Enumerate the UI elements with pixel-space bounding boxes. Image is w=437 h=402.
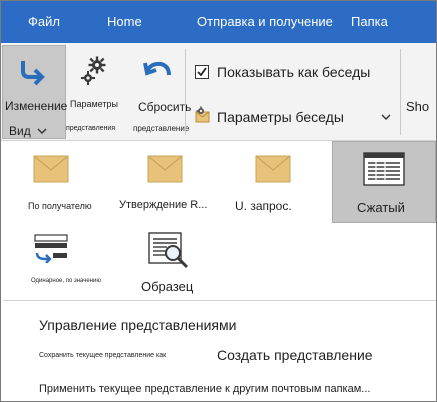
change-view-dropdown: По получателю Утверждение R... U. запрос… <box>1 141 436 401</box>
reset-view-sublabel: представление <box>133 124 190 133</box>
view-item-by-recipient[interactable]: По получателю <box>3 141 111 223</box>
tab-file[interactable]: Файл <box>28 14 60 29</box>
reset-view-label: Сбросить <box>138 100 192 114</box>
manage-views-command[interactable]: Управление представлениями <box>39 317 236 333</box>
conversation-settings-label[interactable]: Параметры беседы <box>217 109 344 125</box>
view-item-label: Одинарное, по значению <box>31 278 101 284</box>
tab-folder[interactable]: Папка <box>351 14 388 29</box>
apply-view-command[interactable]: Применить текущее представление к другим… <box>39 383 370 395</box>
envelope-icon <box>147 155 183 183</box>
view-item-label: Образец <box>141 279 194 294</box>
change-view-icon <box>21 61 45 86</box>
undo-icon[interactable] <box>141 57 173 85</box>
tab-home[interactable]: Home <box>107 14 142 29</box>
chevron-down-icon <box>37 128 47 134</box>
view-item-preview[interactable]: Образец <box>111 225 219 299</box>
outlook-view-window: Файл Home Отправка и получение Папка Изм… <box>0 0 437 402</box>
view-item-label: Утверждение R... <box>119 199 208 211</box>
single-line-icon <box>34 234 68 263</box>
save-current-view-command[interactable]: Сохранить текущее представление как <box>39 352 166 359</box>
view-item-label: U. запрос. <box>235 199 292 213</box>
tab-send-receive[interactable]: Отправка и получение <box>197 14 333 29</box>
compact-list-icon <box>363 152 405 186</box>
preview-icon <box>148 232 189 269</box>
gear-icon[interactable] <box>79 55 109 87</box>
ribbon-separator <box>185 49 186 135</box>
view-item-approval[interactable]: Утверждение R... <box>111 141 219 223</box>
view-item-request[interactable]: U. запрос. <box>219 141 327 223</box>
envelope-icon <box>33 155 69 183</box>
view-settings-sublabel: представления <box>66 125 116 132</box>
view-gallery: По получателю Утверждение R... U. запрос… <box>3 141 436 301</box>
show-conversations-checkbox[interactable] <box>195 65 209 79</box>
change-view-label: Изменение <box>5 99 68 113</box>
envelope-icon <box>255 155 291 183</box>
view-item-label: Сжатый <box>357 200 405 215</box>
conversation-settings-icon[interactable] <box>193 105 215 127</box>
view-item-label: По получателю <box>28 201 92 211</box>
create-view-command[interactable]: Создать представление <box>217 347 373 363</box>
change-view-sublabel: Вид <box>9 124 31 138</box>
view-item-compact[interactable]: Сжатый <box>332 141 436 223</box>
checkmark-icon <box>197 67 207 77</box>
view-item-single[interactable]: Одинарное, по значению <box>3 225 111 299</box>
menu-bar: Файл Home Отправка и получение Папка <box>1 1 436 43</box>
chevron-down-icon[interactable] <box>381 113 391 121</box>
ribbon-separator <box>400 49 401 135</box>
view-settings-label: Параметры <box>70 99 118 109</box>
show-overflow-label[interactable]: Sho <box>406 99 429 114</box>
ribbon: Изменение Вид Параметры представления Сб… <box>1 43 436 141</box>
show-conversations-label[interactable]: Показывать как беседы <box>217 64 370 80</box>
